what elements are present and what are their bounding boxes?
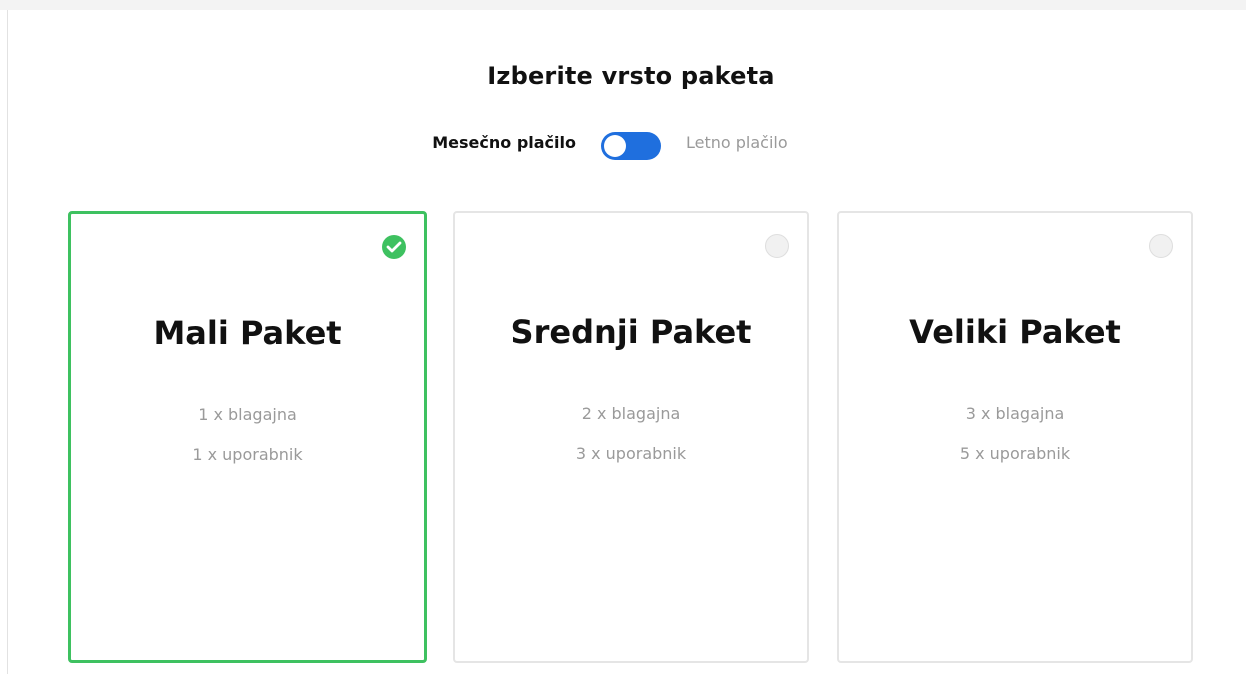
page-title: Izberite vrsto paketa bbox=[487, 62, 775, 90]
check-circle-icon bbox=[382, 235, 406, 259]
plan-selector-panel: Izberite vrsto paketa Mesečno plačilo Le… bbox=[0, 0, 1246, 674]
plan-feature-users: 3 x uporabnik bbox=[575, 444, 687, 463]
empty-circle-icon bbox=[1149, 234, 1173, 258]
top-strip bbox=[0, 0, 1246, 10]
plan-title: Mali Paket bbox=[153, 314, 342, 352]
plan-feature-registers: 2 x blagajna bbox=[581, 404, 681, 423]
plan-feature-registers: 3 x blagajna bbox=[965, 404, 1065, 423]
monthly-billing-label[interactable]: Mesečno plačilo bbox=[432, 133, 576, 152]
switch-knob bbox=[604, 135, 626, 157]
plan-feature-users: 5 x uporabnik bbox=[959, 444, 1071, 463]
yearly-billing-label[interactable]: Letno plačilo bbox=[686, 133, 788, 152]
plan-title: Veliki Paket bbox=[909, 313, 1121, 351]
plan-card-srednji[interactable]: Srednji Paket 2 x blagajna 3 x uporabnik bbox=[453, 211, 809, 663]
plan-card-mali[interactable]: Mali Paket 1 x blagajna 1 x uporabnik bbox=[68, 211, 427, 663]
billing-period-toggle: Mesečno plačilo Letno plačilo bbox=[0, 130, 1224, 160]
billing-switch[interactable] bbox=[601, 132, 661, 160]
plan-title: Srednji Paket bbox=[510, 313, 752, 351]
empty-circle-icon bbox=[765, 234, 789, 258]
plan-feature-registers: 1 x blagajna bbox=[198, 405, 297, 424]
plan-card-veliki[interactable]: Veliki Paket 3 x blagajna 5 x uporabnik bbox=[837, 211, 1193, 663]
plan-feature-users: 1 x uporabnik bbox=[192, 445, 303, 464]
left-divider bbox=[7, 10, 8, 674]
